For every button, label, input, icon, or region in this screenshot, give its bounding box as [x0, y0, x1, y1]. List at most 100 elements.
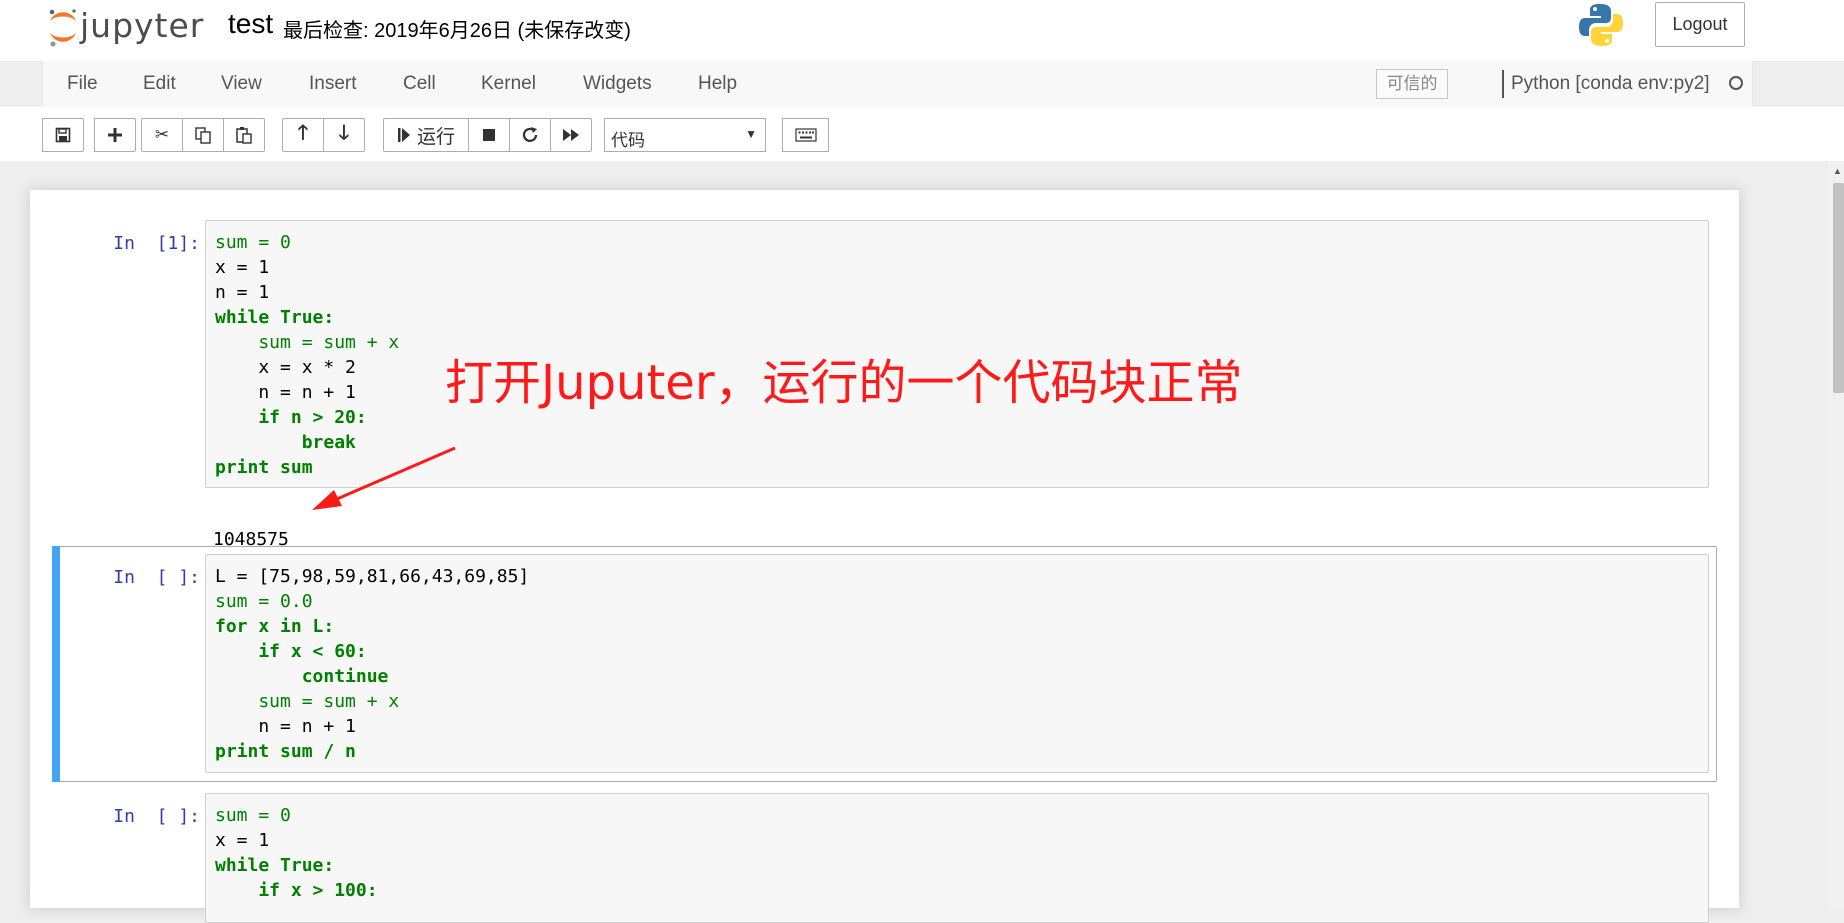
notebook-name[interactable]: test: [228, 8, 273, 40]
logout-button[interactable]: Logout: [1655, 2, 1745, 47]
toolbar-group-insert: [94, 118, 136, 152]
plus-icon: [108, 128, 122, 142]
kernel-name[interactable]: Python [conda env:py2]: [1511, 73, 1710, 95]
toolbar-group-move: 🡑 🡓: [282, 118, 365, 152]
cell-type-select[interactable]: 代码 ▼: [604, 118, 766, 152]
code-text: if x > 100:: [215, 880, 378, 901]
code-text: sum = sum + x: [215, 332, 400, 353]
menu-kernel[interactable]: Kernel: [481, 73, 536, 95]
command-palette-button[interactable]: [782, 118, 829, 152]
save-icon: [55, 127, 71, 143]
dropdown-arrow-icon: ▼: [745, 127, 757, 141]
code-line: sum = 0: [215, 803, 1699, 828]
code-text: sum = 0.0: [215, 591, 313, 612]
cell-prompt: In [ ]:: [113, 806, 200, 827]
code-text: while True:: [215, 855, 335, 876]
code-line: x = 1: [215, 255, 1699, 280]
code-line: while True:: [215, 305, 1699, 330]
move-up-button[interactable]: 🡑: [282, 118, 324, 152]
copy-button[interactable]: [182, 118, 224, 152]
cell-prompt: In [1]:: [113, 233, 200, 254]
code-line: sum = 0: [215, 230, 1699, 255]
paste-button[interactable]: [223, 118, 265, 152]
code-line: while True:: [215, 853, 1699, 878]
code-line: for x in L:: [215, 614, 1699, 639]
code-line: x = 1: [215, 828, 1699, 853]
code-text: while True:: [215, 307, 335, 328]
menu-cell[interactable]: Cell: [403, 73, 436, 95]
restart-button[interactable]: [509, 118, 551, 152]
code-line: continue: [215, 664, 1699, 689]
code-text: if x < 60:: [215, 641, 367, 662]
fast-forward-icon: [563, 129, 579, 141]
menu-help[interactable]: Help: [698, 73, 737, 95]
cell-prompt: In [ ]:: [113, 567, 200, 588]
code-text: print sum / n: [215, 741, 356, 762]
code-text: n = n + 1: [215, 716, 356, 737]
toolbar-group-run: 运行: [383, 118, 592, 152]
arrow-up-icon: 🡑: [297, 122, 309, 144]
code-line: sum = sum + x: [215, 689, 1699, 714]
insert-cell-button[interactable]: [94, 118, 136, 152]
code-text: sum = 0: [215, 232, 291, 253]
kernel-separator: [1502, 70, 1504, 98]
cell-type-value: 代码: [611, 131, 645, 150]
jupyter-logo-icon: [49, 9, 76, 47]
toolbar: [0, 107, 1844, 161]
move-down-button[interactable]: 🡓: [323, 118, 365, 152]
toolbar-group-edit: ✂: [141, 118, 265, 152]
checkpoint-status: 最后检查: 2019年6月26日 (未保存改变): [283, 20, 631, 42]
run-button[interactable]: 运行: [383, 118, 469, 152]
code-line: n = 1: [215, 280, 1699, 305]
copy-icon: [195, 127, 211, 144]
code-text: sum = sum + x: [215, 691, 400, 712]
cut-button[interactable]: ✂: [141, 118, 183, 152]
menubar: File Edit View Insert Cell Kernel Widget…: [42, 61, 1753, 108]
code-editor[interactable]: L = [75,98,59,81,66,43,69,85] sum = 0.0 …: [205, 554, 1709, 773]
paste-icon: [236, 127, 252, 144]
annotation-arrow-icon: [312, 446, 456, 510]
code-text: x = 1: [215, 830, 270, 851]
trusted-indicator[interactable]: 可信的: [1376, 69, 1448, 99]
header: jupyter test 最后检查: 2019年6月26日 (未保存改变) Lo…: [0, 0, 1844, 62]
logo-text: jupyter: [80, 6, 205, 45]
python-logo-icon: [1578, 2, 1624, 48]
run-all-button[interactable]: [550, 118, 592, 152]
menu-widgets[interactable]: Widgets: [583, 73, 652, 95]
code-line: if x < 60:: [215, 639, 1699, 664]
menu-file[interactable]: File: [67, 73, 98, 95]
menu-edit[interactable]: Edit: [143, 73, 176, 95]
scroll-up-icon[interactable]: ▲: [1833, 166, 1842, 176]
kernel-idle-icon: [1729, 76, 1743, 90]
scrollbar-thumb[interactable]: [1833, 183, 1844, 393]
step-forward-icon: [397, 128, 410, 142]
arrow-down-icon: 🡓: [338, 122, 350, 144]
run-label: 运行: [416, 126, 455, 148]
menu-view[interactable]: View: [221, 73, 262, 95]
code-text: continue: [215, 666, 389, 687]
scissors-icon: ✂: [154, 125, 170, 144]
code-text: L = [75,98,59,81,66,43,69,85]: [215, 566, 530, 587]
interrupt-button[interactable]: [468, 118, 510, 152]
annotation-text: 打开Juputer，运行的一个代码块正常: [445, 355, 1243, 411]
code-editor[interactable]: sum = 0 x = 1 while True: if x > 100:: [205, 793, 1709, 923]
code-text: x = x * 2: [215, 357, 356, 378]
code-line: L = [75,98,59,81,66,43,69,85]: [215, 564, 1699, 589]
code-text: x = 1: [215, 257, 270, 278]
code-text: n = n + 1: [215, 382, 356, 403]
code-text: sum = 0: [215, 805, 291, 826]
restart-icon: [522, 127, 538, 142]
code-text: if n > 20:: [215, 407, 367, 428]
notebook-container: In [1]: sum = 0 x = 1 n = 1 while True: …: [30, 190, 1739, 923]
menu-insert[interactable]: Insert: [309, 73, 357, 95]
code-line: n = n + 1: [215, 714, 1699, 739]
keyboard-icon: [794, 128, 817, 142]
toolbar-group-save: [42, 118, 84, 152]
code-line: print sum / n: [215, 739, 1699, 764]
code-text: n = 1: [215, 282, 270, 303]
code-line: sum = 0.0: [215, 589, 1699, 614]
save-button[interactable]: [42, 118, 84, 152]
stop-icon: [483, 129, 495, 141]
code-text: print sum: [215, 457, 313, 478]
code-text: for x in L:: [215, 616, 335, 637]
